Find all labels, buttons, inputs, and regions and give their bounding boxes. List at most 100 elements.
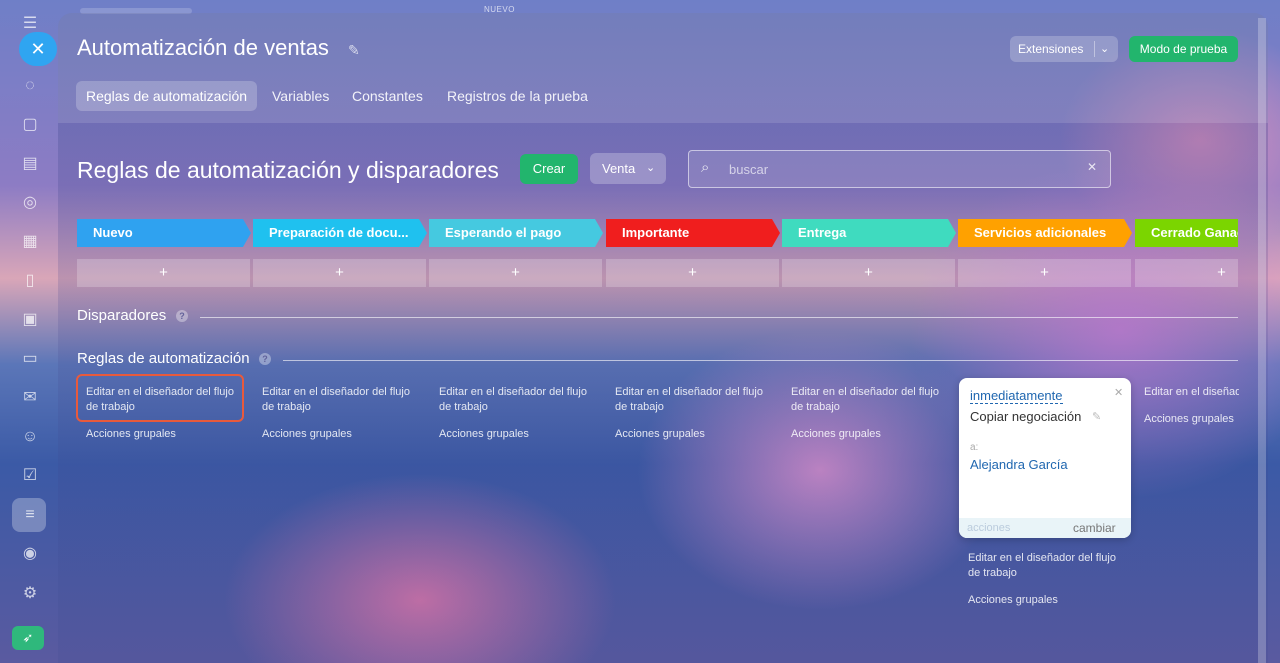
help-icon[interactable]: ? xyxy=(176,310,188,322)
extensions-button[interactable]: Extensiones ⌄ xyxy=(1010,36,1118,62)
close-icon[interactable]: ✕ xyxy=(1114,386,1123,399)
stage-label: Nuevo xyxy=(93,225,133,240)
recipient-label: a: xyxy=(970,442,979,453)
page-title: Automatización de ventas xyxy=(77,35,329,60)
triggers-heading: Disparadores xyxy=(77,307,167,324)
settings-icon[interactable]: ⚙ xyxy=(20,584,40,604)
pencil-icon[interactable]: ✎ xyxy=(1092,410,1101,423)
document-icon[interactable]: ▤ xyxy=(20,154,40,174)
stage-esperando-pago[interactable]: Esperando el pago xyxy=(429,219,603,247)
chat-icon[interactable]: ◌ xyxy=(20,76,40,96)
search-box: ⌕ ✕ xyxy=(688,150,1111,188)
edit-in-designer-link[interactable]: Editar en el diseñador del flujo de trab… xyxy=(262,385,422,415)
rules-heading: Reglas de automatización xyxy=(77,350,250,367)
add-rule-button[interactable]: + xyxy=(606,259,779,287)
group-actions-link[interactable]: Acciones grupales xyxy=(615,428,775,440)
edit-in-designer-link[interactable]: Editar en el diseñador del flujo de trab… xyxy=(615,385,775,415)
clear-icon[interactable]: ✕ xyxy=(1087,160,1097,174)
menu-icon[interactable]: ☰ xyxy=(20,14,40,34)
rule-timing-link[interactable]: inmediatamente xyxy=(970,388,1063,404)
section-title: Reglas de automatización y disparadores xyxy=(77,157,499,183)
stage-servicios-adicionales[interactable]: Servicios adicionales xyxy=(958,219,1132,247)
group-actions-link[interactable]: Acciones grupales xyxy=(791,428,951,440)
funnel-icon[interactable]: ≡ xyxy=(20,505,40,525)
actions-link[interactable]: acciones xyxy=(967,522,1010,534)
add-rule-button[interactable]: + xyxy=(77,259,250,287)
stage-label: Esperando el pago xyxy=(445,225,562,240)
edit-in-designer-link[interactable]: Editar en el diseñador del flujo de trab… xyxy=(1144,385,1239,400)
rules-column: Editar en el diseñador del flujo de trab… xyxy=(439,385,599,440)
create-button[interactable]: Crear xyxy=(520,154,578,184)
add-rule-button[interactable]: + xyxy=(958,259,1131,287)
edit-in-designer-link[interactable]: Editar en el diseñador del flujo de trab… xyxy=(439,385,599,415)
rules-column: Editar en el diseñador del flujo de trab… xyxy=(968,551,1128,606)
automation-panel: Automatización de ventas ✎ Extensiones ⌄… xyxy=(58,13,1268,663)
tab-constants[interactable]: Constantes xyxy=(352,81,423,111)
stage-label: Preparación de docu... xyxy=(269,225,409,240)
chevron-down-icon: ⌄ xyxy=(646,162,656,174)
group-actions-link[interactable]: Acciones grupales xyxy=(1144,413,1239,425)
rocket-button[interactable]: ➶ xyxy=(12,626,44,650)
pipeline-selector[interactable]: Venta ⌄ xyxy=(590,153,666,184)
presentation-icon[interactable]: ▣ xyxy=(20,310,40,330)
left-sidebar: ☰ ✕ ◌ ▢ ▤ ◎ ▦ ▯ ▣ ▭ ✉ ☺ ☑ ≡ ◉ ⚙ ➶ xyxy=(0,0,58,663)
group-actions-link[interactable]: Acciones grupales xyxy=(262,428,422,440)
card-footer: acciones cambiar xyxy=(959,518,1131,538)
stage-cerrado-ganado[interactable]: Cerrado Ganado xyxy=(1135,219,1238,247)
group-actions-link[interactable]: Acciones grupales xyxy=(439,428,599,440)
rules-column: Editar en el diseñador del flujo de trab… xyxy=(262,385,422,440)
messages-icon[interactable]: ▢ xyxy=(20,115,40,135)
group-actions-link[interactable]: Acciones grupales xyxy=(968,594,1128,606)
recipient-link[interactable]: Alejandra García xyxy=(970,457,1068,472)
close-button[interactable]: ✕ xyxy=(19,32,57,66)
change-link[interactable]: cambiar xyxy=(1073,521,1116,535)
card-icon[interactable]: ▭ xyxy=(20,349,40,369)
stage-preparacion[interactable]: Preparación de docu... xyxy=(253,219,427,247)
stage-label: Entrega xyxy=(798,225,847,240)
add-rule-button[interactable]: + xyxy=(1135,259,1238,287)
search-icon: ⌕ xyxy=(701,159,710,176)
calendar-icon[interactable]: ▦ xyxy=(20,232,40,252)
add-rule-button[interactable]: + xyxy=(253,259,426,287)
group-actions-link[interactable]: Acciones grupales xyxy=(86,428,246,440)
test-mode-button[interactable]: Modo de prueba xyxy=(1129,36,1238,62)
edit-in-designer-link[interactable]: Editar en el diseñador del flujo de trab… xyxy=(791,385,951,415)
rules-column: Editar en el diseñador del flujo de trab… xyxy=(86,385,246,440)
rule-title: Copiar negociación xyxy=(970,409,1082,424)
rocket-icon: ➶ xyxy=(22,630,34,645)
stage-label: Importante xyxy=(622,225,690,240)
chevron-down-icon[interactable]: ⌄ xyxy=(1100,36,1109,62)
stage-nuevo[interactable]: Nuevo xyxy=(77,219,251,247)
help-icon[interactable]: ? xyxy=(259,353,271,365)
rule-card[interactable]: inmediatamente ✕ Copiar negociación ✎ a:… xyxy=(959,378,1131,538)
file-icon[interactable]: ▯ xyxy=(20,271,40,291)
stage-label: Servicios adicionales xyxy=(974,225,1107,240)
search-input[interactable] xyxy=(727,157,1071,181)
pin-icon[interactable]: ✎ xyxy=(348,42,360,59)
close-icon: ✕ xyxy=(30,39,46,59)
divider xyxy=(1094,41,1095,57)
add-rule-button[interactable]: + xyxy=(782,259,955,287)
divider xyxy=(200,317,1238,318)
add-rule-row: + + + + + + + xyxy=(77,259,1238,289)
robot-icon[interactable]: ◉ xyxy=(20,544,40,564)
mail-icon[interactable]: ✉ xyxy=(20,388,40,408)
scrollbar[interactable] xyxy=(1258,18,1266,663)
tab-rules[interactable]: Reglas de automatización xyxy=(76,81,258,111)
extensions-label: Extensiones xyxy=(1018,42,1084,56)
edit-in-designer-link[interactable]: Editar en el diseñador del flujo de trab… xyxy=(86,385,246,415)
circle-icon[interactable]: ◎ xyxy=(20,193,40,213)
stage-entrega[interactable]: Entrega xyxy=(782,219,956,247)
stage-row: Nuevo Preparación de docu... Esperando e… xyxy=(77,219,1238,249)
checkbox-icon[interactable]: ☑ xyxy=(20,466,40,486)
add-rule-button[interactable]: + xyxy=(429,259,602,287)
divider xyxy=(283,360,1238,361)
rules-column: Editar en el diseñador del flujo de trab… xyxy=(791,385,951,440)
edit-in-designer-link[interactable]: Editar en el diseñador del flujo de trab… xyxy=(968,551,1128,581)
tab-test-logs[interactable]: Registros de la prueba xyxy=(447,81,588,111)
stage-importante[interactable]: Importante xyxy=(606,219,780,247)
tab-variables[interactable]: Variables xyxy=(272,81,329,111)
pipeline-label: Venta xyxy=(602,161,636,176)
rules-column: Editar en el diseñador del flujo de trab… xyxy=(1144,385,1239,425)
users-icon[interactable]: ☺ xyxy=(20,427,40,447)
